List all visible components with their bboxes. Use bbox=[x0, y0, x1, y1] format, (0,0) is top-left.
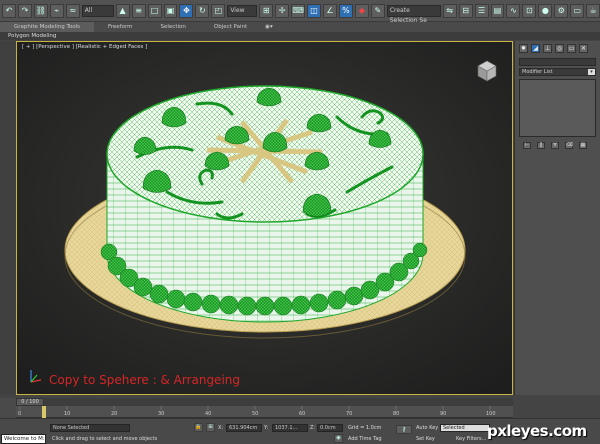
spinner-snap-icon[interactable]: ◆ bbox=[354, 3, 369, 18]
align-icon[interactable]: ⊟ bbox=[458, 3, 473, 18]
left-viewport-strip bbox=[0, 41, 16, 395]
material-editor-icon[interactable]: ● bbox=[538, 3, 553, 18]
add-time-tag-button[interactable]: Add Time Tag bbox=[348, 436, 382, 442]
tick-label: 50 bbox=[252, 411, 259, 417]
layer-manager-icon[interactable]: ☰ bbox=[474, 3, 489, 18]
key-mode-dropdown[interactable]: Selected bbox=[440, 424, 490, 432]
undo-icon[interactable]: ↶ bbox=[2, 3, 16, 18]
tick-label: 70 bbox=[346, 411, 353, 417]
prompt-line: Click and drag to select and move object… bbox=[52, 436, 158, 442]
modifier-list-dropdown[interactable]: Modifier List ▾ bbox=[519, 68, 596, 76]
curve-editor-icon[interactable]: ∿ bbox=[506, 3, 521, 18]
render-production-icon[interactable]: ☕ bbox=[586, 3, 600, 18]
keyboard-shortcut-icon[interactable]: ⌨ bbox=[291, 3, 306, 18]
object-name-field[interactable] bbox=[519, 58, 596, 66]
watermark-logo: pxleyes.com bbox=[487, 422, 587, 440]
tick-label: 80 bbox=[393, 411, 400, 417]
graphite-tools-icon[interactable]: ▤ bbox=[490, 3, 505, 18]
chevron-down-icon: ▾ bbox=[588, 69, 595, 75]
snap-toggle-icon[interactable]: ◫ bbox=[307, 3, 322, 18]
render-setup-icon[interactable]: ⚙ bbox=[554, 3, 569, 18]
edit-named-selection-icon[interactable]: ✎ bbox=[370, 3, 385, 18]
modify-tab-icon[interactable]: ◢ bbox=[531, 44, 540, 53]
tick-label: 10 bbox=[64, 411, 71, 417]
time-tag-icon[interactable]: ◉ bbox=[334, 434, 343, 443]
key-filters-button[interactable]: Key Filters... bbox=[456, 436, 486, 442]
ribbon-tabs: Graphite Modeling Tools Freeform Selecti… bbox=[0, 22, 600, 32]
unlink-icon[interactable]: ⌁ bbox=[49, 3, 64, 18]
z-coordinate-label: Z: bbox=[310, 425, 316, 431]
pivot-center-icon[interactable]: ⊞ bbox=[259, 3, 274, 18]
select-object-icon[interactable]: ▲ bbox=[115, 3, 130, 18]
track-bar[interactable]: 0 10 20 30 40 50 60 70 80 90 100 bbox=[16, 406, 513, 418]
maxscript-listener[interactable]: Welcome to M: bbox=[1, 434, 46, 444]
select-rotate-icon[interactable]: ↻ bbox=[195, 3, 210, 18]
bind-space-warp-icon[interactable]: ≈ bbox=[65, 3, 80, 18]
ribbon-toggle-icon[interactable]: ◉▾ bbox=[261, 22, 277, 32]
timeline-ticks bbox=[19, 406, 491, 418]
z-coordinate-field[interactable]: 0.0cm bbox=[317, 424, 343, 432]
named-selection-dropdown[interactable]: Create Selection Se bbox=[386, 4, 441, 24]
x-coordinate-label: X: bbox=[218, 425, 224, 431]
tick-label: 90 bbox=[440, 411, 447, 417]
y-coordinate-label: Y: bbox=[264, 425, 269, 431]
pin-stack-icon[interactable]: ⊢ bbox=[523, 142, 531, 149]
select-by-name-icon[interactable]: ≡ bbox=[131, 3, 146, 18]
schematic-view-icon[interactable]: ⊡ bbox=[522, 3, 537, 18]
tutorial-caption: Copy to Spehere : & Arrangeing bbox=[49, 373, 240, 387]
viewport-label[interactable]: [ + ] [Perspective ] [Realistic + Edged … bbox=[22, 44, 147, 50]
grid-size-readout: Grid = 1.0cm bbox=[348, 425, 382, 431]
tab-selection[interactable]: Selection bbox=[147, 22, 200, 32]
mirror-icon[interactable]: ⇋ bbox=[442, 3, 457, 18]
render-frame-icon[interactable]: ▭ bbox=[570, 3, 585, 18]
tab-graphite-modeling-tools[interactable]: Graphite Modeling Tools bbox=[0, 22, 95, 32]
modifier-list-label: Modifier List bbox=[522, 69, 553, 75]
tick-label: 30 bbox=[158, 411, 165, 417]
motion-tab-icon[interactable]: ◎ bbox=[555, 44, 564, 53]
perspective-viewport[interactable]: [ + ] [Perspective ] [Realistic + Edged … bbox=[16, 41, 513, 395]
absolute-mode-icon[interactable]: ⊞ bbox=[206, 423, 215, 432]
percent-snap-icon[interactable]: % bbox=[338, 3, 353, 18]
lock-selection-icon[interactable]: 🔒 bbox=[194, 423, 203, 432]
link-icon[interactable]: ⛓ bbox=[33, 3, 48, 18]
select-scale-icon[interactable]: ◰ bbox=[211, 3, 226, 18]
selection-filter-dropdown[interactable]: All bbox=[81, 4, 114, 17]
select-move-icon[interactable]: ✥ bbox=[179, 3, 194, 18]
tick-label: 0 bbox=[18, 411, 22, 417]
reference-coordinate-dropdown[interactable]: View bbox=[227, 4, 258, 17]
rectangle-selection-icon[interactable]: □ bbox=[147, 3, 162, 18]
polygon-modeling-panel[interactable]: Polygon Modeling bbox=[0, 32, 600, 40]
hierarchy-tab-icon[interactable]: ⊥ bbox=[543, 44, 552, 53]
time-slider-track[interactable]: 0 / 100 bbox=[16, 398, 513, 406]
key-icon[interactable]: ⚷ bbox=[396, 425, 412, 434]
selection-status: None Selected bbox=[50, 424, 130, 432]
y-coordinate-field[interactable]: 1037.1... bbox=[272, 424, 308, 432]
tick-label: 100 bbox=[486, 411, 496, 417]
x-coordinate-field[interactable]: 631.904cm bbox=[226, 424, 262, 432]
time-slider[interactable]: 0 / 100 bbox=[16, 398, 44, 406]
show-end-result-icon[interactable]: ‖ bbox=[537, 142, 545, 149]
tick-label: 40 bbox=[205, 411, 212, 417]
angle-snap-icon[interactable]: ∠ bbox=[323, 3, 337, 18]
command-panel: ✸ ◢ ⊥ ◎ ▭ ✕ Modifier List ▾ ⊢ ‖ ∀ ⌫ ▦ bbox=[514, 41, 600, 395]
window-crossing-icon[interactable]: ▣ bbox=[163, 3, 178, 18]
tick-label: 20 bbox=[111, 411, 118, 417]
tab-freeform[interactable]: Freeform bbox=[94, 22, 147, 32]
tick-label: 60 bbox=[299, 411, 306, 417]
main-toolbar: ↶ ↷ ⛓ ⌁ ≈ All ▲ ≡ □ ▣ ✥ ↻ ◰ View ⊞ ✢ ⌨ ◫… bbox=[0, 0, 600, 24]
modifier-stack[interactable] bbox=[519, 79, 596, 137]
display-tab-icon[interactable]: ▭ bbox=[567, 44, 576, 53]
remove-modifier-icon[interactable]: ⌫ bbox=[565, 142, 573, 149]
auto-key-button[interactable]: Auto Key bbox=[416, 425, 438, 431]
left-bottom-strip bbox=[0, 398, 16, 418]
redo-icon[interactable]: ↷ bbox=[17, 3, 32, 18]
create-tab-icon[interactable]: ✸ bbox=[519, 44, 528, 53]
make-unique-icon[interactable]: ∀ bbox=[551, 142, 559, 149]
set-key-button[interactable]: Set Key bbox=[416, 436, 435, 442]
utilities-tab-icon[interactable]: ✕ bbox=[579, 44, 588, 53]
select-manipulate-icon[interactable]: ✢ bbox=[275, 3, 290, 18]
configure-sets-icon[interactable]: ▦ bbox=[579, 142, 587, 149]
tab-object-paint[interactable]: Object Paint bbox=[200, 22, 261, 32]
cake-wireframe-model bbox=[17, 42, 512, 394]
